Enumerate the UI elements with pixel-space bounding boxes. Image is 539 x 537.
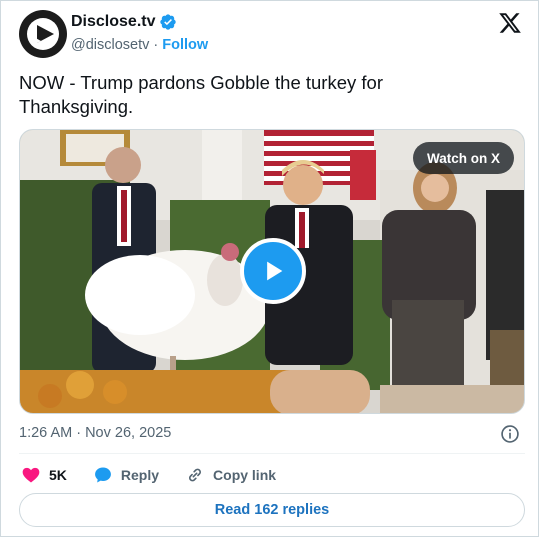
reply-label: Reply	[120, 467, 160, 483]
reply-bubble-icon	[94, 467, 111, 483]
watch-on-x-button[interactable]: Watch on X	[413, 142, 514, 174]
disclose-logo-icon	[27, 18, 59, 50]
tweet-text: NOW - Trump pardons Gobble the turkey fo…	[19, 72, 383, 117]
separator-dot: ·	[153, 37, 159, 53]
handle-row: @disclosetv · Follow	[71, 37, 208, 53]
like-button[interactable]: 5K	[21, 465, 67, 485]
info-icon[interactable]	[500, 424, 520, 444]
link-icon	[189, 468, 201, 482]
heart-icon	[22, 467, 40, 483]
account-avatar[interactable]	[19, 10, 67, 58]
play-icon	[267, 261, 283, 281]
tweet-card: Disclose.tv @disclosetv · Follow NOW - T…	[0, 0, 539, 537]
divider	[19, 453, 525, 454]
like-count: 5K	[49, 467, 67, 483]
follow-button[interactable]: Follow	[162, 37, 208, 53]
name-row: Disclose.tv	[71, 13, 177, 31]
tweet-timestamp[interactable]: 1:26 AM · Nov 26, 2025	[19, 425, 171, 441]
read-replies-button[interactable]: Read 162 replies	[19, 493, 525, 527]
copy-link-label: Copy link	[213, 467, 277, 483]
verified-badge-icon	[160, 14, 177, 30]
play-button[interactable]	[240, 238, 306, 304]
video-media[interactable]: Watch on X	[19, 129, 525, 414]
account-handle[interactable]: @disclosetv	[71, 37, 149, 53]
action-bar: 5K Reply Copy link	[21, 463, 302, 487]
display-name[interactable]: Disclose.tv	[71, 13, 155, 31]
x-logo-icon[interactable]	[498, 11, 522, 35]
reply-button[interactable]: Reply	[93, 465, 159, 485]
copy-link-button[interactable]: Copy link	[185, 465, 276, 485]
